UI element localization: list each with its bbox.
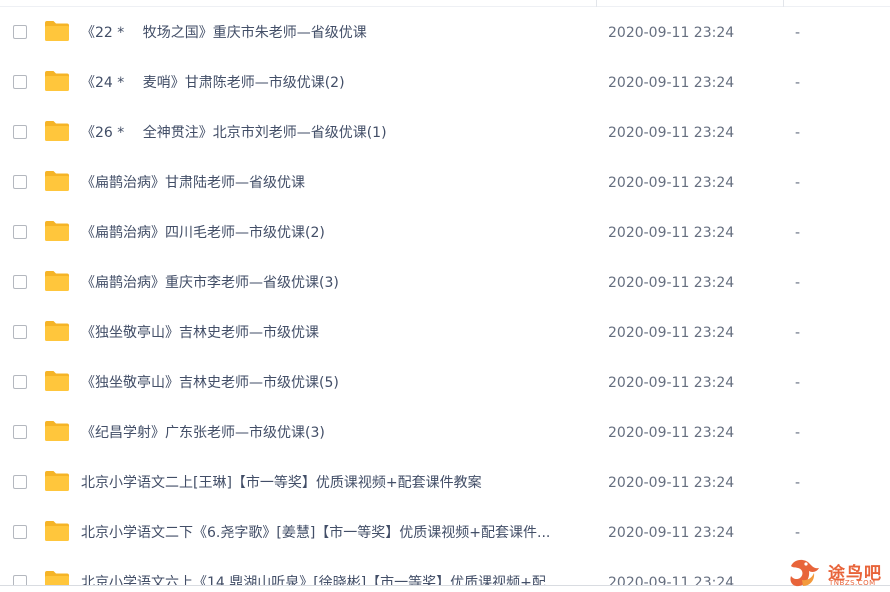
modified-date: 2020-09-11 23:24 (608, 425, 735, 441)
folder-icon (45, 321, 69, 341)
file-name[interactable]: 《纪昌学射》广东张老师—市级优课(3) (81, 408, 586, 458)
file-size: - (795, 425, 801, 441)
row-checkbox[interactable] (13, 175, 27, 189)
folder-icon (45, 521, 69, 541)
file-name[interactable]: 《22 * 牧场之国》重庆市朱老师—省级优课 (81, 8, 586, 58)
column-separator-date[interactable] (596, 0, 597, 7)
row-checkbox[interactable] (13, 525, 27, 539)
folder-icon (45, 471, 69, 491)
row-checkbox[interactable] (13, 25, 27, 39)
row-checkbox[interactable] (13, 325, 27, 339)
column-separator-size[interactable] (783, 0, 784, 7)
row-checkbox[interactable] (13, 125, 27, 139)
modified-date: 2020-09-11 23:24 (608, 25, 735, 41)
modified-date: 2020-09-11 23:24 (608, 75, 735, 91)
modified-date: 2020-09-11 23:24 (608, 325, 735, 341)
modified-date: 2020-09-11 23:24 (608, 125, 735, 141)
table-row[interactable]: 北京小学语文二下《6.尧字歌》[姜慧]【市一等奖】优质课视频+配套课件... 20… (0, 508, 890, 558)
table-row[interactable]: 《24 * 麦哨》甘肃陈老师—市级优课(2) 2020-09-11 23:24 - (0, 58, 890, 108)
table-row[interactable]: 北京小学语文二上[王琳]【市一等奖】优质课视频+配套课件教案 2020-09-11… (0, 458, 890, 508)
file-name[interactable]: 《26 * 全神贯注》北京市刘老师—省级优课(1) (81, 108, 586, 158)
file-size: - (795, 475, 801, 491)
table-row[interactable]: 《22 * 牧场之国》重庆市朱老师—省级优课 2020-09-11 23:24 - (0, 8, 890, 58)
file-name[interactable]: 《扁鹊治病》甘肃陆老师—省级优课 (81, 158, 586, 208)
file-size: - (795, 325, 801, 341)
folder-icon (45, 71, 69, 91)
file-size: - (795, 275, 801, 291)
file-name[interactable]: 《扁鹊治病》重庆市李老师—省级优课(3) (81, 258, 586, 308)
row-checkbox[interactable] (13, 75, 27, 89)
table-row[interactable]: 《26 * 全神贯注》北京市刘老师—省级优课(1) 2020-09-11 23:2… (0, 108, 890, 158)
file-size: - (795, 375, 801, 391)
row-checkbox[interactable] (13, 475, 27, 489)
file-name[interactable]: 《独坐敬亭山》吉林史老师—市级优课 (81, 308, 586, 358)
table-row[interactable]: 《独坐敬亭山》吉林史老师—市级优课(5) 2020-09-11 23:24 - (0, 358, 890, 408)
folder-icon (45, 421, 69, 441)
header-divider (0, 6, 890, 7)
modified-date: 2020-09-11 23:24 (608, 175, 735, 191)
folder-icon (45, 21, 69, 41)
file-name[interactable]: 北京小学语文二下《6.尧字歌》[姜慧]【市一等奖】优质课视频+配套课件... (81, 508, 586, 558)
file-size: - (795, 125, 801, 141)
table-row[interactable]: 《纪昌学射》广东张老师—市级优课(3) 2020-09-11 23:24 - (0, 408, 890, 458)
row-checkbox[interactable] (13, 225, 27, 239)
watermark-domain: TNBZS.COM (829, 579, 876, 587)
file-size: - (795, 225, 801, 241)
file-list: 《22 * 牧场之国》重庆市朱老师—省级优课 2020-09-11 23:24- 《… (0, 0, 890, 592)
row-checkbox[interactable] (13, 425, 27, 439)
modified-date: 2020-09-11 23:24 (608, 375, 735, 391)
file-name[interactable]: 《24 * 麦哨》甘肃陈老师—市级优课(2) (81, 58, 586, 108)
file-name[interactable]: 北京小学语文二上[王琳]【市一等奖】优质课视频+配套课件教案 (81, 458, 586, 508)
table-row[interactable]: 《扁鹊治病》四川毛老师—市级优课(2) 2020-09-11 23:24 - (0, 208, 890, 258)
bird-logo-icon (790, 559, 819, 587)
folder-icon (45, 121, 69, 141)
file-size: - (795, 525, 801, 541)
folder-icon (45, 221, 69, 241)
modified-date: 2020-09-11 23:24 (608, 225, 735, 241)
table-row[interactable]: 《扁鹊治病》甘肃陆老师—省级优课 2020-09-11 23:24 - (0, 158, 890, 208)
folder-icon (45, 371, 69, 391)
file-name[interactable]: 《独坐敬亭山》吉林史老师—市级优课(5) (81, 358, 586, 408)
table-row[interactable]: 《独坐敬亭山》吉林史老师—市级优课 2020-09-11 23:24 - (0, 308, 890, 358)
row-checkbox[interactable] (13, 275, 27, 289)
row-checkbox[interactable] (13, 375, 27, 389)
folder-icon (45, 171, 69, 191)
watermark-logo: 途鸟吧 TNBZS.COM (788, 556, 888, 590)
footer-area (0, 586, 890, 592)
file-name[interactable]: 《扁鹊治病》四川毛老师—市级优课(2) (81, 208, 586, 258)
file-size: - (795, 175, 801, 191)
modified-date: 2020-09-11 23:24 (608, 275, 735, 291)
table-row[interactable]: 《扁鹊治病》重庆市李老师—省级优课(3) 2020-09-11 23:24 - (0, 258, 890, 308)
file-size: - (795, 75, 801, 91)
modified-date: 2020-09-11 23:24 (608, 475, 735, 491)
modified-date: 2020-09-11 23:24 (608, 525, 735, 541)
file-size: - (795, 25, 801, 41)
folder-icon (45, 271, 69, 291)
